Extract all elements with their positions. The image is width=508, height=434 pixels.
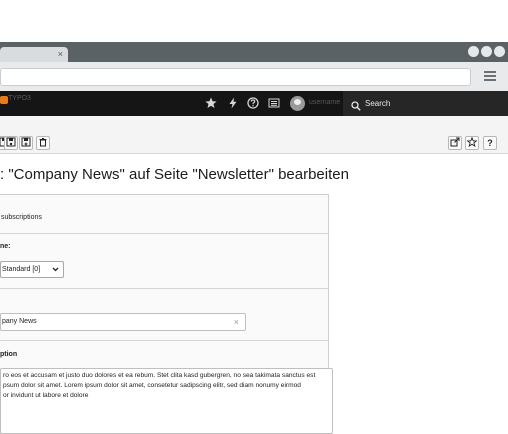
- title-input[interactable]: pany News ×: [0, 313, 246, 331]
- save-new-button[interactable]: [19, 136, 33, 150]
- open-external-icon[interactable]: [448, 136, 462, 150]
- chevron-down-icon: [52, 262, 59, 282]
- doc-header: [0, 116, 508, 154]
- layout-label: ne:: [0, 243, 11, 250]
- layout-select-value: Standard [0]: [2, 266, 41, 273]
- description-line: psum dolor sit amet. Lorem ipsum dolor s…: [3, 382, 301, 389]
- save-view-button[interactable]: [4, 136, 18, 150]
- browser-menu-icon[interactable]: [484, 71, 496, 81]
- help-icon[interactable]: [247, 97, 259, 109]
- description-line: ro eos et accusam et justo duo dolores e…: [3, 372, 316, 379]
- brand-name: TYPO3: [8, 95, 31, 102]
- bookmark-icon[interactable]: [465, 136, 479, 150]
- tab-close-icon[interactable]: ×: [58, 48, 63, 61]
- avatar[interactable]: [290, 96, 305, 111]
- title-input-value: pany News: [2, 318, 37, 325]
- search-label[interactable]: Search: [365, 99, 390, 108]
- delete-button[interactable]: [36, 136, 50, 150]
- window-minimize-button[interactable]: [468, 46, 479, 57]
- flash-icon[interactable]: [227, 97, 239, 109]
- user-name[interactable]: username: [309, 99, 340, 106]
- description-label: ption: [0, 351, 18, 358]
- question-icon[interactable]: ?: [483, 136, 497, 150]
- window-close-button[interactable]: [494, 46, 505, 57]
- page-title: : "Company News" auf Seite "Newsletter" …: [0, 166, 349, 183]
- star-icon[interactable]: [205, 97, 217, 109]
- logo-icon: [0, 96, 8, 104]
- window-maximize-button[interactable]: [481, 46, 492, 57]
- description-line: or invidunt ut labore et dolore: [3, 392, 89, 399]
- browser-titlebar: [0, 42, 508, 62]
- browser-tab[interactable]: ×: [0, 47, 68, 62]
- type-value: subscriptions: [1, 214, 42, 221]
- address-bar[interactable]: [0, 68, 471, 86]
- layout-select[interactable]: Standard [0]: [0, 261, 64, 278]
- clear-icon[interactable]: ×: [234, 314, 239, 330]
- search-icon: [351, 98, 361, 111]
- list-icon[interactable]: [268, 97, 280, 109]
- description-textarea[interactable]: ro eos et accusam et justo duo dolores e…: [0, 368, 333, 434]
